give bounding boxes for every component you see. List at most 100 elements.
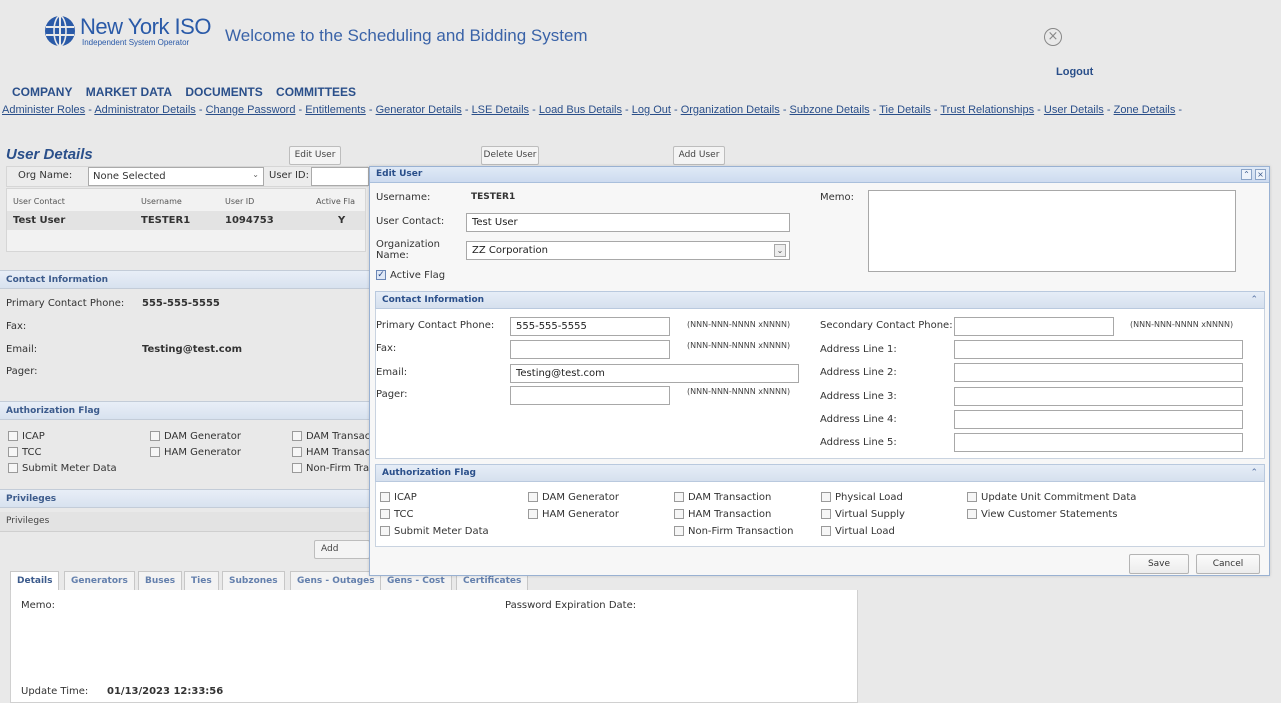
auth-flag-virtual-supply[interactable]: Virtual Supply [821, 509, 905, 520]
auth-flag-title: Authorization Flag [382, 468, 476, 478]
table-row[interactable]: Test User TESTER1 1094753 Y [7, 211, 365, 230]
auth-flag-tcc[interactable]: TCC [8, 447, 42, 458]
auth-flag-dam-generator[interactable]: DAM Generator [150, 431, 241, 442]
menu-company[interactable]: COMPANY [12, 85, 72, 99]
link-entitlements[interactable]: Entitlements [305, 104, 366, 116]
user-id-input[interactable] [311, 167, 369, 186]
pager-input[interactable] [510, 386, 670, 405]
auth-flag-ham-generator[interactable]: HAM Generator [150, 447, 241, 458]
tab-buses[interactable]: Buses [138, 571, 183, 591]
auth-flag-non-firm[interactable]: Non-Firm Trar [292, 463, 373, 474]
address-line-4-input[interactable] [954, 410, 1243, 429]
auth-flag-label: DAM Transact [306, 431, 375, 442]
address-line-1-input[interactable] [954, 340, 1243, 359]
chevron-down-icon: ⌄ [252, 170, 259, 179]
checkbox-icon [674, 492, 684, 502]
auth-flag-view-customer-statements[interactable]: View Customer Statements [967, 509, 1118, 520]
auth-flag-dam-generator[interactable]: DAM Generator [528, 492, 619, 503]
auth-flag-label: TCC [22, 447, 42, 458]
delete-user-button[interactable]: Delete User [481, 146, 539, 165]
auth-flag-physical-load[interactable]: Physical Load [821, 492, 903, 503]
primary-phone-label: Primary Contact Phone: [6, 298, 125, 309]
tab-details[interactable]: Details [10, 571, 60, 591]
cancel-button[interactable]: Cancel [1196, 554, 1260, 574]
link-change-password[interactable]: Change Password [206, 104, 296, 116]
secondary-phone-input[interactable] [954, 317, 1114, 336]
auth-flag-update-unit-commitment[interactable]: Update Unit Commitment Data [967, 492, 1136, 503]
organization-name-select[interactable]: ZZ Corporation ⌄ [466, 241, 790, 260]
auth-flag-ham-transaction[interactable]: HAM Transaction [674, 509, 771, 520]
address-line-2-input[interactable] [954, 363, 1243, 382]
primary-phone-input[interactable]: 555-555-5555 [510, 317, 670, 336]
tab-generators[interactable]: Generators [64, 571, 135, 591]
col-user-contact[interactable]: User Contact [13, 197, 65, 206]
link-user-details[interactable]: User Details [1044, 104, 1104, 116]
link-load-bus-details[interactable]: Load Bus Details [539, 104, 622, 116]
org-name-select[interactable]: None Selected ⌄ [88, 167, 264, 186]
tab-ties[interactable]: Ties [184, 571, 219, 591]
auth-flag-dam-transaction[interactable]: DAM Transact [292, 431, 374, 442]
user-contact-input[interactable]: Test User [466, 213, 790, 232]
address-line-3-input[interactable] [954, 387, 1243, 406]
active-flag-checkbox[interactable]: Active Flag [376, 270, 445, 281]
address-line-5-input[interactable] [954, 433, 1243, 452]
auth-flag-header[interactable]: Authorization Flag [0, 401, 369, 420]
link-subzone-details[interactable]: Subzone Details [790, 104, 870, 116]
auth-flag-icap[interactable]: ICAP [8, 431, 45, 442]
checkbox-icon [8, 431, 18, 441]
link-generator-details[interactable]: Generator Details [376, 104, 462, 116]
checkbox-icon [380, 509, 390, 519]
menu-documents[interactable]: DOCUMENTS [185, 85, 262, 99]
link-log-out[interactable]: Log Out [632, 104, 671, 116]
collapse-icon[interactable]: ⌃ [1250, 468, 1258, 478]
contact-info-header[interactable]: Contact Information ⌃ [375, 291, 1265, 309]
auth-flag-label: Virtual Load [835, 526, 895, 537]
edit-user-button[interactable]: Edit User [289, 146, 341, 165]
add-privilege-button[interactable]: Add Privileg [314, 540, 370, 559]
link-trust-relationships[interactable]: Trust Relationships [940, 104, 1034, 116]
auth-flag-tcc[interactable]: TCC [380, 509, 414, 520]
tab-subzones[interactable]: Subzones [222, 571, 285, 591]
link-administer-roles[interactable]: Administer Roles [2, 104, 85, 116]
auth-flag-icap[interactable]: ICAP [380, 492, 417, 503]
collapse-icon[interactable]: ⌃ [1250, 295, 1258, 305]
cell-active-flag: Y [338, 215, 346, 226]
menu-committees[interactable]: COMMITTEES [276, 85, 356, 99]
close-icon[interactable]: × [1255, 169, 1266, 180]
menu-market-data[interactable]: MARKET DATA [86, 85, 172, 99]
auth-flag-submit-meter-data[interactable]: Submit Meter Data [380, 526, 489, 537]
link-organization-details[interactable]: Organization Details [681, 104, 780, 116]
logout-link[interactable]: Logout [1056, 66, 1093, 78]
col-user-id[interactable]: User ID [225, 197, 254, 206]
memo-textarea[interactable] [868, 190, 1236, 272]
privileges-header[interactable]: Privileges [0, 489, 369, 508]
col-active-flag[interactable]: Active Fla [316, 197, 355, 206]
link-administrator-details[interactable]: Administrator Details [94, 104, 195, 116]
auth-flag-header[interactable]: Authorization Flag ⌃ [375, 464, 1265, 482]
checkbox-icon [674, 509, 684, 519]
auth-flag-ham-transaction[interactable]: HAM Transact [292, 447, 374, 458]
col-username[interactable]: Username [141, 197, 182, 206]
email-input[interactable]: Testing@test.com [510, 364, 799, 383]
link-lse-details[interactable]: LSE Details [472, 104, 529, 116]
auth-flag-ham-generator[interactable]: HAM Generator [528, 509, 619, 520]
close-icon[interactable]: × [1044, 28, 1062, 46]
auth-flag-submit-meter-data[interactable]: Submit Meter Data [8, 463, 117, 474]
contact-info-header[interactable]: Contact Information [0, 270, 369, 289]
globe-icon [45, 15, 75, 47]
auth-flag-non-firm-transaction[interactable]: Non-Firm Transaction [674, 526, 793, 537]
link-zone-details[interactable]: Zone Details [1114, 104, 1176, 116]
memo-label: Memo: [820, 192, 855, 203]
save-button[interactable]: Save [1129, 554, 1189, 574]
auth-flag-label: Physical Load [835, 492, 903, 503]
fax-input[interactable] [510, 340, 670, 359]
add-user-button[interactable]: Add User [673, 146, 725, 165]
auth-flag-label: Submit Meter Data [394, 526, 489, 537]
auth-flag-virtual-load[interactable]: Virtual Load [821, 526, 895, 537]
email-value: Testing@test.com [142, 344, 243, 355]
pager-label: Pager: [376, 389, 408, 400]
auth-flag-dam-transaction[interactable]: DAM Transaction [674, 492, 771, 503]
link-tie-details[interactable]: Tie Details [879, 104, 931, 116]
tab-gens-outages[interactable]: Gens - Outages [290, 571, 382, 591]
collapse-icon[interactable]: ⌃ [1241, 169, 1252, 180]
